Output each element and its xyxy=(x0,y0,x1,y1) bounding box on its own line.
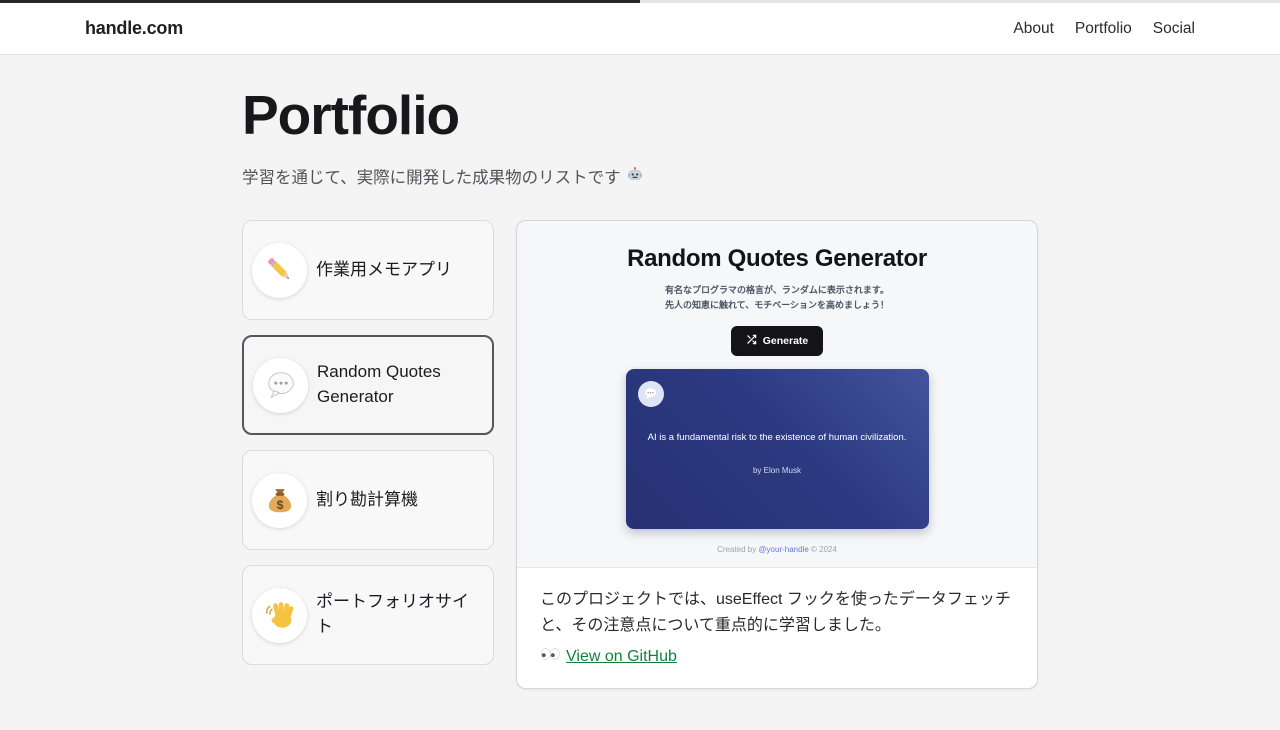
app-preview: Random Quotes Generator 有名なプログラマの格言が、ランダ… xyxy=(517,221,1037,567)
project-title: 作業用メモアプリ xyxy=(316,258,452,283)
scroll-progress-track xyxy=(0,0,1280,3)
main-content: Portfolio 学習を通じて、実際に開発した成果物のリストです xyxy=(242,88,1038,689)
main-nav: About Portfolio Social xyxy=(1013,20,1195,38)
page-title: Portfolio xyxy=(242,88,1038,143)
project-card-split-bill[interactable]: $ 割り勘計算機 xyxy=(242,450,494,550)
preview-subtitle-line2: 先人の知恵に触れて、モチベーションを高めましょう！ xyxy=(541,298,1013,313)
scroll-progress-fill xyxy=(0,0,640,3)
pencil-emoji-icon xyxy=(252,243,307,298)
svg-text:$: $ xyxy=(276,498,283,512)
nav-item-about[interactable]: About xyxy=(1013,20,1054,38)
preview-subtitle-line1: 有名なプログラマの格言が、ランダムに表示されます。 xyxy=(541,283,1013,298)
project-title: ポートフォリオサイト xyxy=(316,590,481,639)
credit-handle-link[interactable]: @your-handle xyxy=(758,545,808,554)
preview-app-subtitle: 有名なプログラマの格言が、ランダムに表示されます。 先人の知恵に触れて、モチベー… xyxy=(541,283,1013,314)
project-card-memo-app[interactable]: 作業用メモアプリ xyxy=(242,220,494,320)
quote-text: AI is a fundamental risk to the existenc… xyxy=(638,381,917,445)
project-description-area: このプロジェクトでは、useEffect フックを使ったデータフェッチと、その注… xyxy=(517,567,1037,689)
generate-button-label: Generate xyxy=(763,335,809,347)
page-subtitle: 学習を通じて、実際に開発した成果物のリストです xyxy=(242,164,1038,188)
credit-suffix: © 2024 xyxy=(809,545,837,554)
money-bag-emoji-icon: $ xyxy=(252,473,307,528)
page-subtitle-text: 学習を通じて、実際に開発した成果物のリストです xyxy=(242,164,621,188)
project-detail-panel: Random Quotes Generator 有名なプログラマの格言が、ランダ… xyxy=(516,220,1038,689)
project-card-random-quotes[interactable]: Random Quotes Generator xyxy=(242,335,494,435)
speech-balloon-emoji-icon xyxy=(253,358,308,413)
project-list: 作業用メモアプリ Random Quotes Generator xyxy=(242,220,494,665)
eyes-emoji-icon xyxy=(540,647,560,666)
generate-button[interactable]: Generate xyxy=(731,326,824,356)
project-description: このプロジェクトでは、useEffect フックを使ったデータフェッチと、その注… xyxy=(540,587,1014,639)
speech-balloon-emoji-icon xyxy=(638,381,664,407)
waving-hand-emoji-icon xyxy=(252,588,307,643)
site-header: handle.com About Portfolio Social xyxy=(0,0,1280,55)
credit-prefix: Created by xyxy=(717,545,758,554)
view-on-github-label: View on GitHub xyxy=(566,648,677,666)
site-logo[interactable]: handle.com xyxy=(85,18,183,39)
content-grid: 作業用メモアプリ Random Quotes Generator xyxy=(242,220,1038,689)
quote-card: AI is a fundamental risk to the existenc… xyxy=(626,369,929,529)
quote-author: by Elon Musk xyxy=(638,466,917,475)
preview-app-title: Random Quotes Generator xyxy=(541,245,1013,273)
nav-item-social[interactable]: Social xyxy=(1153,20,1195,38)
nav-item-portfolio[interactable]: Portfolio xyxy=(1075,20,1132,38)
robot-emoji-icon xyxy=(626,165,644,188)
project-title: Random Quotes Generator xyxy=(317,360,480,409)
project-title: 割り勘計算機 xyxy=(316,488,418,513)
shuffle-icon xyxy=(746,334,757,348)
view-on-github-link[interactable]: View on GitHub xyxy=(540,647,677,666)
preview-credit: Created by @your-handle © 2024 xyxy=(541,545,1013,554)
project-card-portfolio-site[interactable]: ポートフォリオサイト xyxy=(242,565,494,665)
